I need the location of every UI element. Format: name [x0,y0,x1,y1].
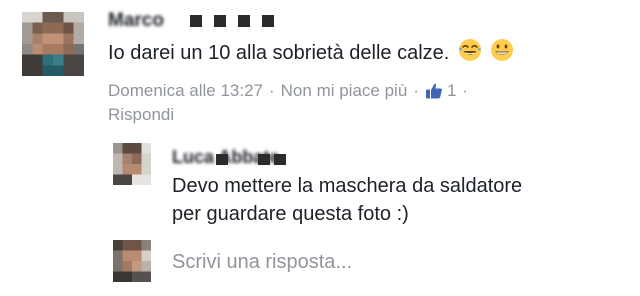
like-thumb-icon[interactable] [425,82,443,100]
comment-meta: Domenica alle 13:27 · Non mi piace più ·… [108,80,474,102]
reply-input[interactable]: Scrivi una risposta... [172,251,352,274]
grinning-face-icon [490,38,514,72]
reply-link-row: Rispondi [108,104,174,126]
meta-separator: · [413,81,419,100]
name-redaction [216,154,228,165]
meta-separator: · [268,81,275,100]
name-redaction [258,154,270,165]
name-redaction [262,15,274,27]
reply-text-line: per guardare questa foto :) [172,203,409,225]
comment-timestamp[interactable]: Domenica alle 13:27 [108,81,263,101]
reply-text-line: Devo mettere la maschera da saldatore [172,175,523,197]
unlike-link[interactable]: Non mi piace più [281,81,408,101]
name-redaction [190,15,202,27]
commenter-name[interactable]: Marco [108,9,274,33]
commenter-avatar[interactable] [22,12,84,76]
like-count[interactable]: 1 [447,81,456,101]
current-user-avatar [113,240,151,282]
reply-author-name[interactable]: Luca Abbate [172,146,290,168]
comment-text: Io darei un 10 alla sobrietà delle calze… [108,42,450,64]
name-redaction [214,15,226,27]
comment-body: Io darei un 10 alla sobrietà delle calze… [108,37,514,72]
reply-body: Devo mettere la maschera da saldatore pe… [172,172,522,228]
reply-author-avatar[interactable] [113,143,151,185]
tears-of-joy-icon [458,38,482,72]
name-redaction [274,154,286,165]
meta-separator: · [462,81,469,100]
reply-link[interactable]: Rispondi [108,105,174,125]
name-redaction [238,15,250,27]
